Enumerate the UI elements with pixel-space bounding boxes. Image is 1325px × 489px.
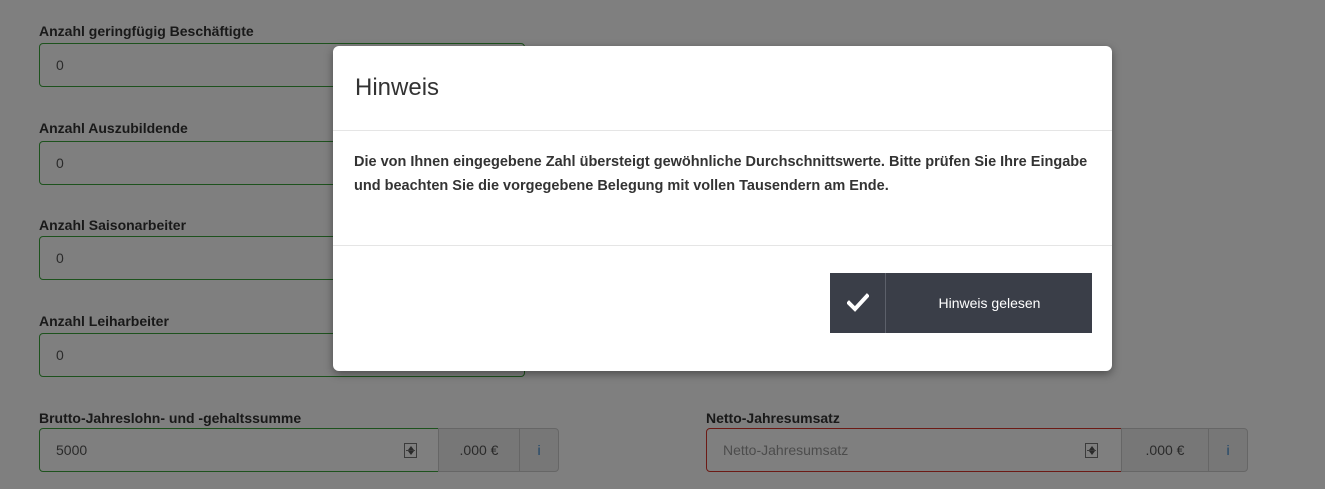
dialog-header-divider [333,130,1112,131]
checkmark-icon [830,273,886,333]
dialog-title: Hinweis [355,74,440,101]
notice-read-button[interactable]: Hinweis gelesen [830,273,1092,333]
notice-dialog: Hinweis Die von Ihnen eingegebene Zahl ü… [333,46,1112,371]
notice-read-label: Hinweis gelesen [938,295,1041,311]
page: Anzahl geringfügig Beschäftigte 0 Anzahl… [0,0,1325,489]
dialog-message: Die von Ihnen eingegebene Zahl übersteig… [354,154,1088,194]
dialog-footer-divider [333,245,1112,246]
